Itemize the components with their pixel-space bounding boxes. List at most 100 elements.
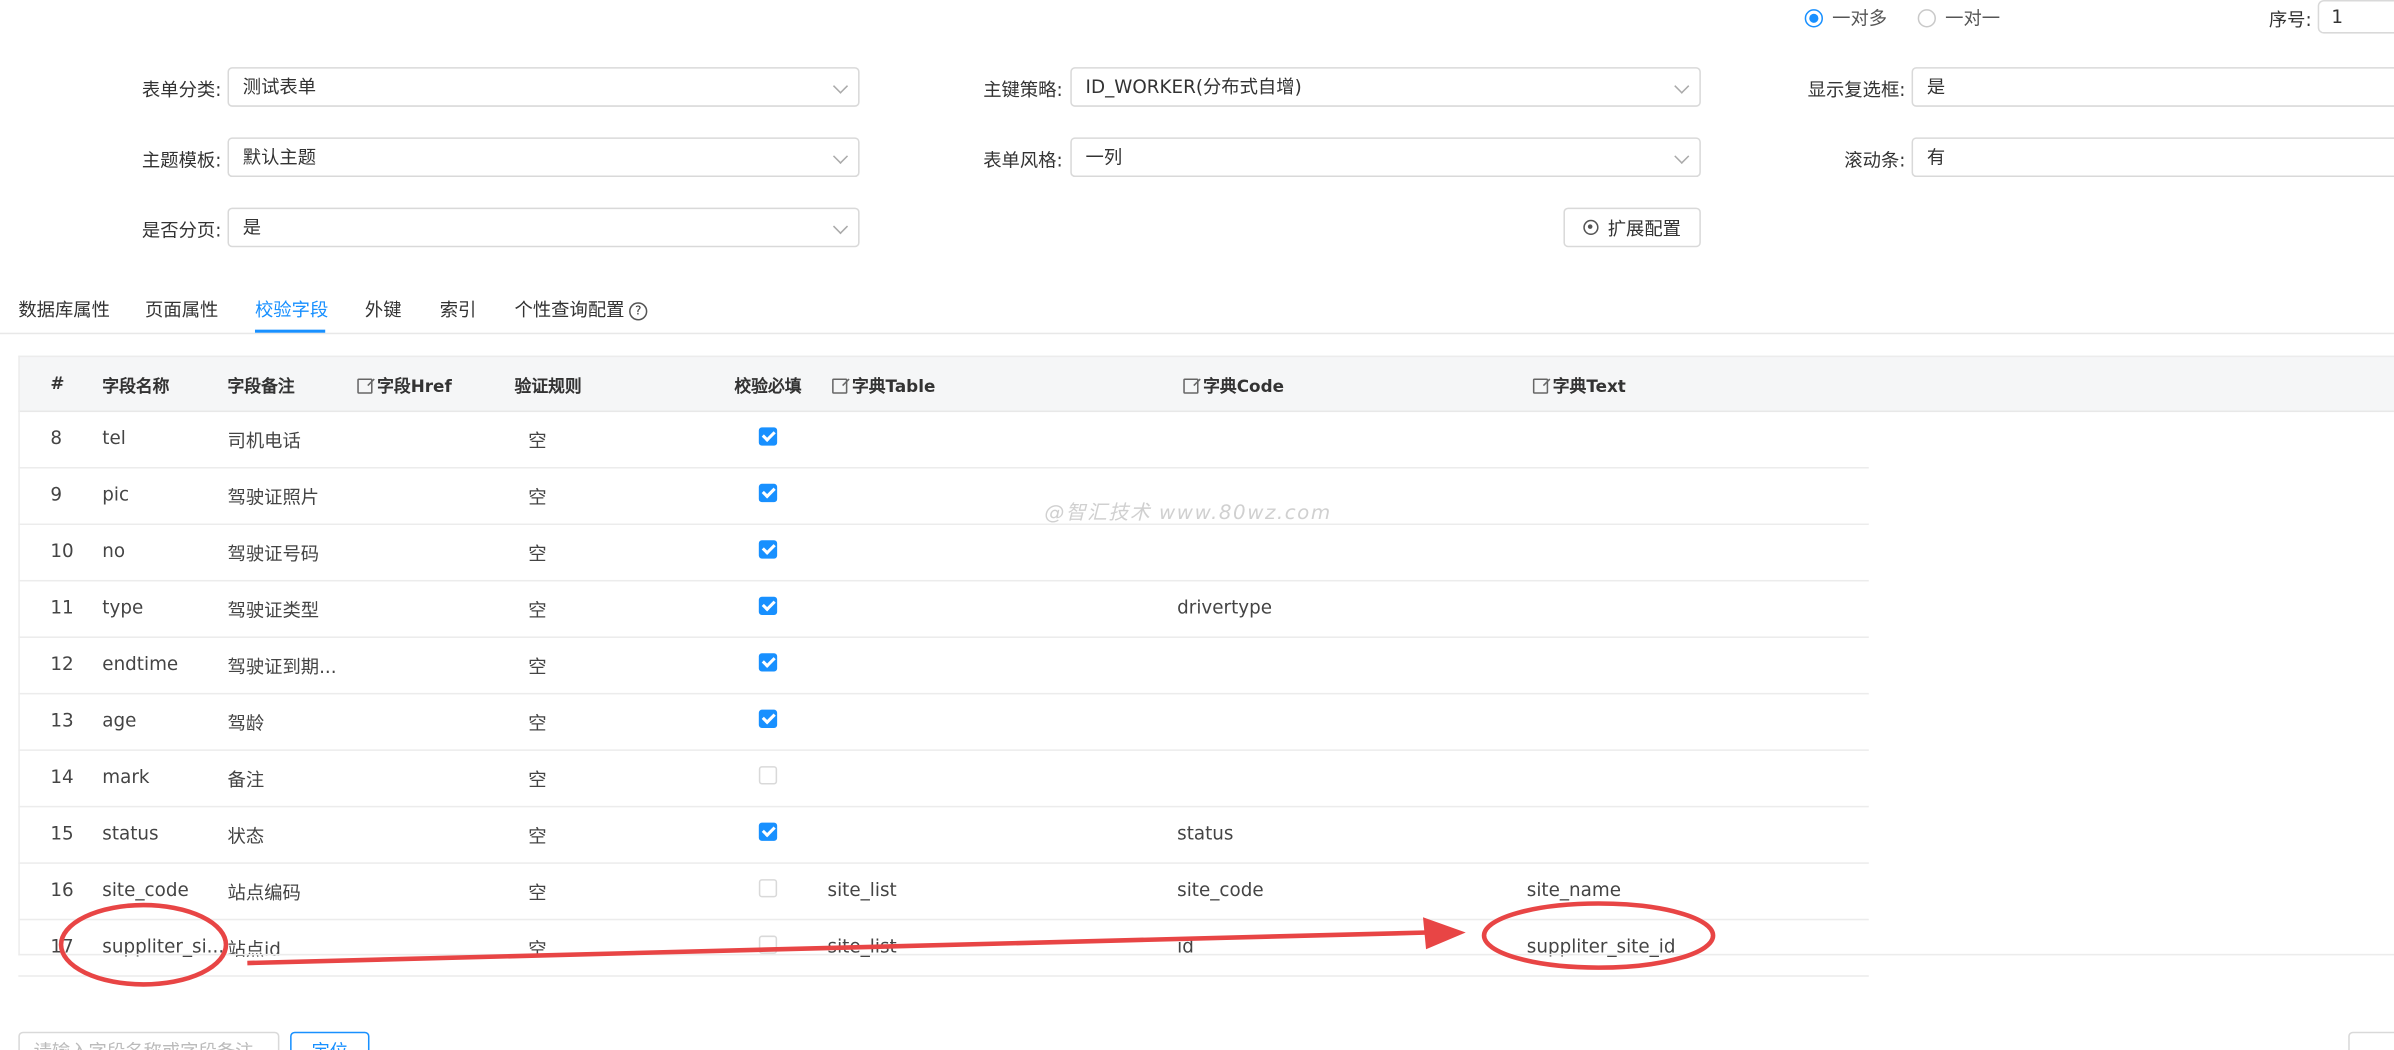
cell-dict-code[interactable]: drivertype (1177, 597, 1272, 618)
cell-field-name[interactable]: endtime (102, 653, 178, 674)
pk-strategy-select[interactable]: ID_WORKER(分布式自增) (1070, 67, 1701, 107)
cell-validation-rule: 空 (528, 825, 547, 848)
cell-field-name[interactable]: type (102, 597, 143, 618)
table-row[interactable]: 8 tel 司机电话 空 (18, 412, 1869, 469)
show-checkbox-select[interactable]: 是 (1911, 67, 2394, 107)
paging-label: 是否分页: (141, 219, 222, 242)
required-checkbox-checked[interactable] (758, 540, 778, 559)
locate-button[interactable]: 定位 (290, 1031, 370, 1050)
col-dict-text[interactable]: 字典Text (1532, 374, 1626, 398)
cell-field-name[interactable]: status (102, 823, 158, 844)
edit-icon (357, 378, 373, 394)
cell-field-name[interactable]: site_code (102, 879, 188, 900)
cell-field-remark[interactable]: 驾龄 (227, 710, 264, 736)
tab-indexes[interactable]: 索引 (440, 296, 477, 322)
required-checkbox-unchecked[interactable] (758, 935, 778, 954)
cell-field-name[interactable]: no (102, 540, 125, 561)
cell-field-name[interactable]: age (102, 710, 136, 731)
category-value: 测试表单 (242, 76, 317, 98)
cell-field-remark[interactable]: 驾驶证号码 (227, 540, 319, 566)
cell-validation-rule: 空 (528, 769, 547, 791)
chevron-down-icon (1674, 78, 1690, 94)
col-field-href-label: 字段Href (377, 376, 452, 397)
col-dict-code[interactable]: 字典Code (1183, 374, 1284, 398)
theme-label: 主题模板: (141, 149, 222, 171)
form-style-value: 一列 (1085, 146, 1123, 168)
table-row[interactable]: 16 site_code 站点编码 空 site_list site_code site_n… (18, 864, 1869, 921)
show-checkbox-value: 是 (1926, 76, 1946, 98)
cell-validation-rule: 空 (528, 430, 547, 452)
table-row[interactable]: 11 type 驾驶证类型 空 drivertype (18, 581, 1869, 638)
required-checkbox-checked[interactable] (758, 653, 778, 672)
theme-select[interactable]: 默认主题 (227, 137, 860, 178)
cell-dict-code[interactable]: site_code (1177, 879, 1263, 900)
table-row[interactable]: 9 pic 驾驶证照片 空 (18, 469, 1869, 526)
cell-validation-rule: 空 (528, 882, 547, 904)
cell-field-remark[interactable]: 状态 (227, 823, 264, 849)
table-row[interactable]: 13 age 驾龄 空 (18, 694, 1869, 751)
radio-unchecked-icon (1917, 8, 1937, 27)
category-select[interactable]: 测试表单 (227, 67, 860, 107)
table-row[interactable]: 12 endtime 驾驶证到期... 空 (18, 638, 1869, 695)
chevron-down-icon (832, 78, 849, 94)
scrollbar-select[interactable]: 有 (1911, 137, 2394, 178)
corner-button[interactable] (2348, 1031, 2394, 1050)
cell-field-remark[interactable]: 站点编码 (227, 879, 300, 905)
field-search-input[interactable]: 请输入字段名称或字段备注 (18, 1031, 280, 1050)
col-field-name: 字段名称 (102, 376, 170, 397)
col-required: 校验必填 (734, 376, 802, 397)
cell-index: 8 (50, 427, 63, 449)
cell-index: 9 (50, 483, 63, 506)
tab-db-properties[interactable]: 数据库属性 (18, 296, 110, 322)
cell-dict-text[interactable]: site_name (1527, 879, 1621, 900)
question-icon[interactable]: ? (629, 302, 648, 321)
radio-checked-icon (1804, 8, 1823, 27)
radio-one-to-one[interactable]: 一对一 (1917, 5, 2001, 31)
required-checkbox-unchecked[interactable] (758, 879, 778, 898)
table-row[interactable]: 10 no 驾驶证号码 空 (18, 525, 1869, 582)
relation-radio-group: 一对多 一对一 (1804, 5, 2001, 31)
table-row[interactable]: 17 suppliter_si... 站点id 空 site_list id supplit… (18, 920, 1869, 977)
table-header: # 字段名称 字段备注 字段Href 验证规则 校验必填 字典Table 字典C… (18, 355, 2394, 413)
cell-field-remark[interactable]: 驾驶证到期... (227, 653, 336, 679)
cell-dict-table[interactable]: site_list (828, 879, 897, 900)
tab-validation-fields[interactable]: 校验字段 (255, 296, 328, 322)
radio-label: 一对一 (1945, 7, 2001, 29)
cell-field-remark[interactable]: 驾驶证类型 (227, 597, 319, 623)
show-checkbox-label: 显示复选框: (1807, 79, 1906, 101)
cell-field-remark[interactable]: 站点id (227, 936, 280, 962)
cell-field-remark[interactable]: 司机电话 (227, 427, 300, 453)
required-checkbox-checked[interactable] (758, 483, 778, 503)
table-row[interactable]: 15 status 状态 空 status (18, 807, 1869, 864)
cell-field-remark[interactable]: 备注 (227, 766, 264, 792)
radio-one-to-many[interactable]: 一对多 (1804, 5, 1888, 31)
required-checkbox-checked[interactable] (758, 709, 778, 728)
required-checkbox-checked[interactable] (758, 822, 778, 841)
col-dict-text-label: 字典Text (1552, 376, 1626, 397)
table-row[interactable]: 14 mark 备注 空 (18, 751, 1869, 808)
col-field-href[interactable]: 字段Href (357, 374, 452, 398)
page: 一对多 一对一 序号: 1 表单分类: 测试表单 主键策略: ID_WORKER… (0, 0, 2394, 1050)
col-validation-rule: 验证规则 (514, 376, 582, 397)
cell-field-name[interactable]: tel (102, 427, 126, 448)
tab-foreign-keys[interactable]: 外键 (365, 296, 402, 322)
required-checkbox-checked[interactable] (758, 427, 778, 446)
cell-validation-rule: 空 (528, 712, 547, 735)
tab-custom-query[interactable]: 个性查询配置? (515, 296, 648, 322)
required-checkbox-unchecked[interactable] (758, 766, 778, 785)
theme-value: 默认主题 (242, 146, 317, 168)
cell-dict-code[interactable]: status (1177, 823, 1233, 844)
pk-strategy-label: 主键策略: (983, 79, 1063, 101)
col-dict-table[interactable]: 字典Table (832, 374, 935, 398)
required-checkbox-checked[interactable] (758, 596, 778, 616)
scrollbar-value: 有 (1926, 146, 1946, 168)
tab-page-properties[interactable]: 页面属性 (145, 296, 218, 322)
sequence-input[interactable]: 1 (2317, 0, 2394, 34)
extension-config-button[interactable]: 扩展配置 (1563, 207, 1701, 248)
cell-field-remark[interactable]: 驾驶证照片 (227, 484, 319, 510)
cell-field-name[interactable]: pic (102, 484, 129, 505)
cell-field-name[interactable]: mark (102, 766, 149, 787)
radio-label: 一对多 (1832, 7, 1888, 29)
form-style-select[interactable]: 一列 (1070, 137, 1701, 178)
paging-select[interactable]: 是 (227, 207, 860, 248)
